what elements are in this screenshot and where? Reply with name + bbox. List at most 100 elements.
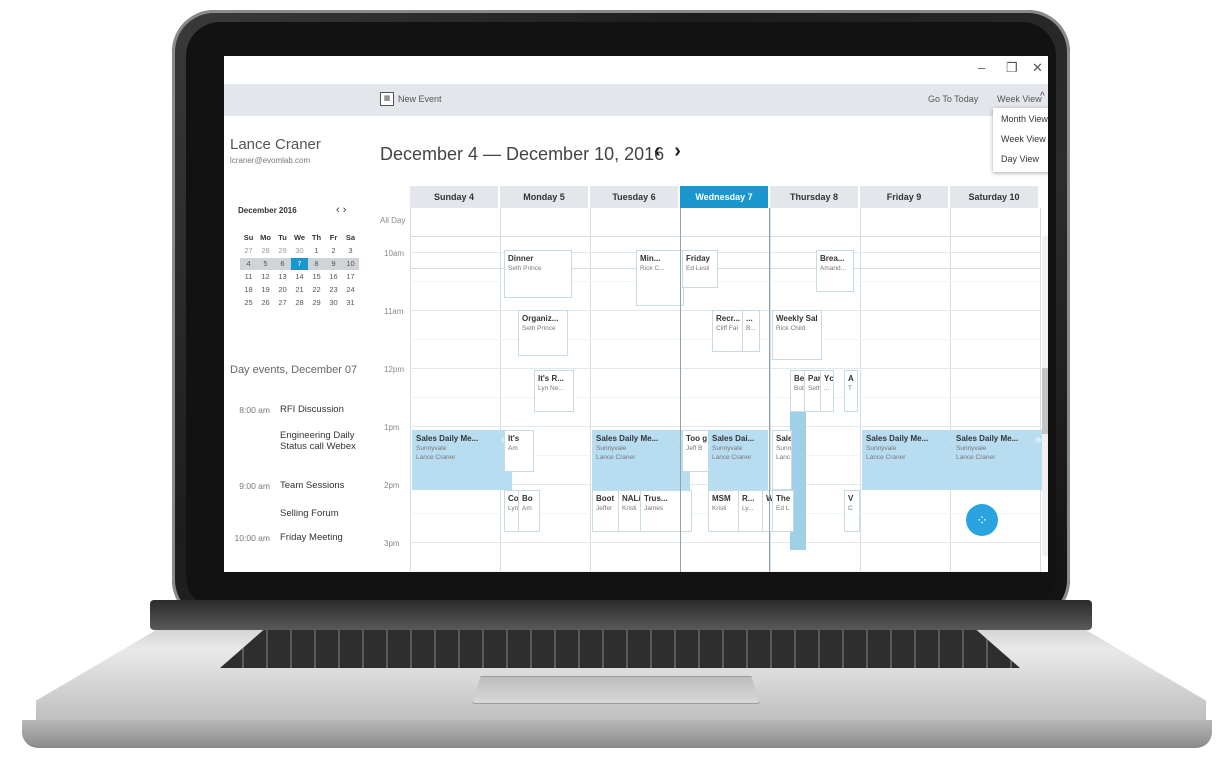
mini-day[interactable]: 27 (240, 245, 257, 257)
mini-day[interactable]: 25 (240, 297, 257, 309)
event-subtitle: Sunnyvale (596, 445, 627, 452)
calendar-event[interactable]: Sales Daily Me...SunnyvaleLance Craner⟳ (412, 430, 512, 490)
mini-day[interactable]: 19 (257, 284, 274, 296)
scrollbar-thumb[interactable] (1042, 368, 1048, 434)
mini-day[interactable]: 10 (342, 258, 359, 270)
mini-weekday: We (293, 233, 306, 242)
calendar-event[interactable]: Sale Sunn Lanc (772, 430, 792, 490)
event-title: V (848, 494, 854, 503)
calendar-event[interactable]: VC (844, 490, 860, 532)
mini-day[interactable]: 28 (291, 297, 308, 309)
mini-day[interactable]: 26 (257, 297, 274, 309)
mini-day[interactable]: 29 (308, 297, 325, 309)
mini-day[interactable]: 17 (342, 271, 359, 283)
mini-day[interactable]: 3 (342, 245, 359, 257)
go-to-today-button[interactable]: Go To Today (928, 94, 978, 104)
mini-day[interactable]: 9 (325, 258, 342, 270)
mini-day[interactable]: 11 (240, 271, 257, 283)
view-menu: Month View Week View Day View (993, 108, 1048, 172)
calendar-event[interactable]: Min... Rick C... (636, 250, 684, 306)
view-menu-item[interactable]: Week View (1001, 134, 1046, 144)
mini-day[interactable]: 4 (240, 258, 257, 270)
mini-day[interactable]: 23 (325, 284, 342, 296)
mini-day[interactable]: 24 (342, 284, 359, 296)
mini-day[interactable]: 29 (274, 245, 291, 257)
calendar-event[interactable]: Organiz... Seth Prince (518, 310, 568, 356)
mini-day[interactable]: 8 (308, 258, 325, 270)
week-nav-arrows[interactable]: ‹ › (654, 140, 685, 163)
event-title: It's R... (538, 374, 564, 383)
chevron-up-icon[interactable]: ^ (1040, 91, 1045, 102)
mini-day[interactable]: 28 (257, 245, 274, 257)
day-header[interactable]: Monday 5 (500, 186, 588, 208)
mini-day[interactable]: 5 (257, 258, 274, 270)
restore-button[interactable]: ❐ (1006, 60, 1018, 76)
blackberry-icon[interactable]: ⁘ (966, 504, 998, 536)
event-subtitle: Amand... (820, 265, 847, 272)
event-title: It's (508, 434, 520, 443)
close-button[interactable]: ✕ (1032, 60, 1043, 76)
calendar-event[interactable]: Yc... (820, 370, 834, 412)
calendar-event[interactable]: Brea... Amand... (816, 250, 854, 292)
mini-day[interactable]: 30 (291, 245, 308, 257)
mini-weekday: Th (311, 233, 322, 242)
event-subtitle: ... (824, 385, 830, 392)
calendar-event[interactable]: Dinner Seth Prince (504, 250, 572, 298)
minimize-button[interactable]: – (978, 60, 985, 75)
event-title: Sales Daily Me... (596, 434, 659, 443)
event-organizer: Lanc (776, 454, 791, 461)
calendar-event[interactable]: Boot Jeffer (592, 490, 620, 532)
event-title: Ben (794, 374, 805, 383)
event-organizer: Lance Craner (596, 454, 636, 461)
event-subtitle: Sunn (776, 445, 792, 452)
user-name: Lance Craner (230, 136, 321, 153)
mini-week-row: 11 12 13 14 15 16 17 (240, 271, 360, 283)
mini-day[interactable]: 12 (257, 271, 274, 283)
calendar-event[interactable]: NAL/Kristi (618, 490, 642, 532)
mini-day[interactable]: 13 (274, 271, 291, 283)
day-header[interactable]: Saturday 10 (950, 186, 1038, 208)
event-subtitle: Am (522, 505, 532, 512)
day-header[interactable]: Tuesday 6 (590, 186, 678, 208)
time-label: 3pm (384, 539, 400, 548)
view-menu-item[interactable]: Day View (1001, 154, 1039, 164)
day-event-time: 9:00 am (239, 481, 270, 491)
day-header[interactable]: Wednesday 7 (680, 186, 768, 208)
mini-day[interactable]: 2 (325, 245, 342, 257)
grid-day-line (590, 208, 591, 572)
calendar-event[interactable]: The Ed L (772, 490, 794, 532)
mini-day[interactable]: 22 (308, 284, 325, 296)
time-label: 11am (384, 307, 404, 316)
calendar-event[interactable]: Weekly Sal Rick Child (772, 310, 822, 360)
mini-day[interactable]: 14 (291, 271, 308, 283)
mini-day[interactable]: 6 (274, 258, 291, 270)
mini-day[interactable]: 31 (342, 297, 359, 309)
event-subtitle: C (848, 505, 853, 512)
mini-day[interactable]: 21 (291, 284, 308, 296)
view-menu-item[interactable]: Month View (1001, 114, 1048, 124)
day-header[interactable]: Thursday 8 (770, 186, 858, 208)
mini-day[interactable]: 27 (274, 297, 291, 309)
day-header[interactable]: Friday 9 (860, 186, 948, 208)
calendar-event[interactable]: Sales Daily Me...SunnyvaleLance Craner⟳ (952, 430, 1046, 490)
new-event-icon[interactable]: ▦ (380, 92, 394, 106)
mini-day[interactable]: 20 (274, 284, 291, 296)
view-select[interactable]: Week View (997, 94, 1042, 104)
mini-day[interactable]: 1 (308, 245, 325, 257)
calendar-event[interactable]: Sales Daily Me...SunnyvaleLance Craner⟳ (862, 430, 962, 490)
mini-day[interactable]: 30 (325, 297, 342, 309)
calendar-event[interactable]: Bo Am (518, 490, 540, 532)
mini-day[interactable]: 18 (240, 284, 257, 296)
calendar-event[interactable]: It's Am (504, 430, 534, 472)
new-event-button[interactable]: New Event (398, 94, 442, 104)
mini-weekday: Mo (260, 233, 271, 242)
mini-day[interactable]: 16 (325, 271, 342, 283)
calendar-event[interactable]: Sales Daily Me...SunnyvaleLance Craner⟳ (592, 430, 690, 490)
day-event-time: 10:00 am (234, 533, 270, 543)
mini-day[interactable]: 7 (291, 258, 308, 270)
mini-calendar-nav[interactable]: ‹ › (336, 204, 346, 216)
day-header[interactable]: Sunday 4 (410, 186, 498, 208)
calendar-event[interactable]: AT (844, 370, 858, 412)
calendar-event[interactable]: It's R... Lyn Ne... (534, 370, 574, 412)
mini-day[interactable]: 15 (308, 271, 325, 283)
